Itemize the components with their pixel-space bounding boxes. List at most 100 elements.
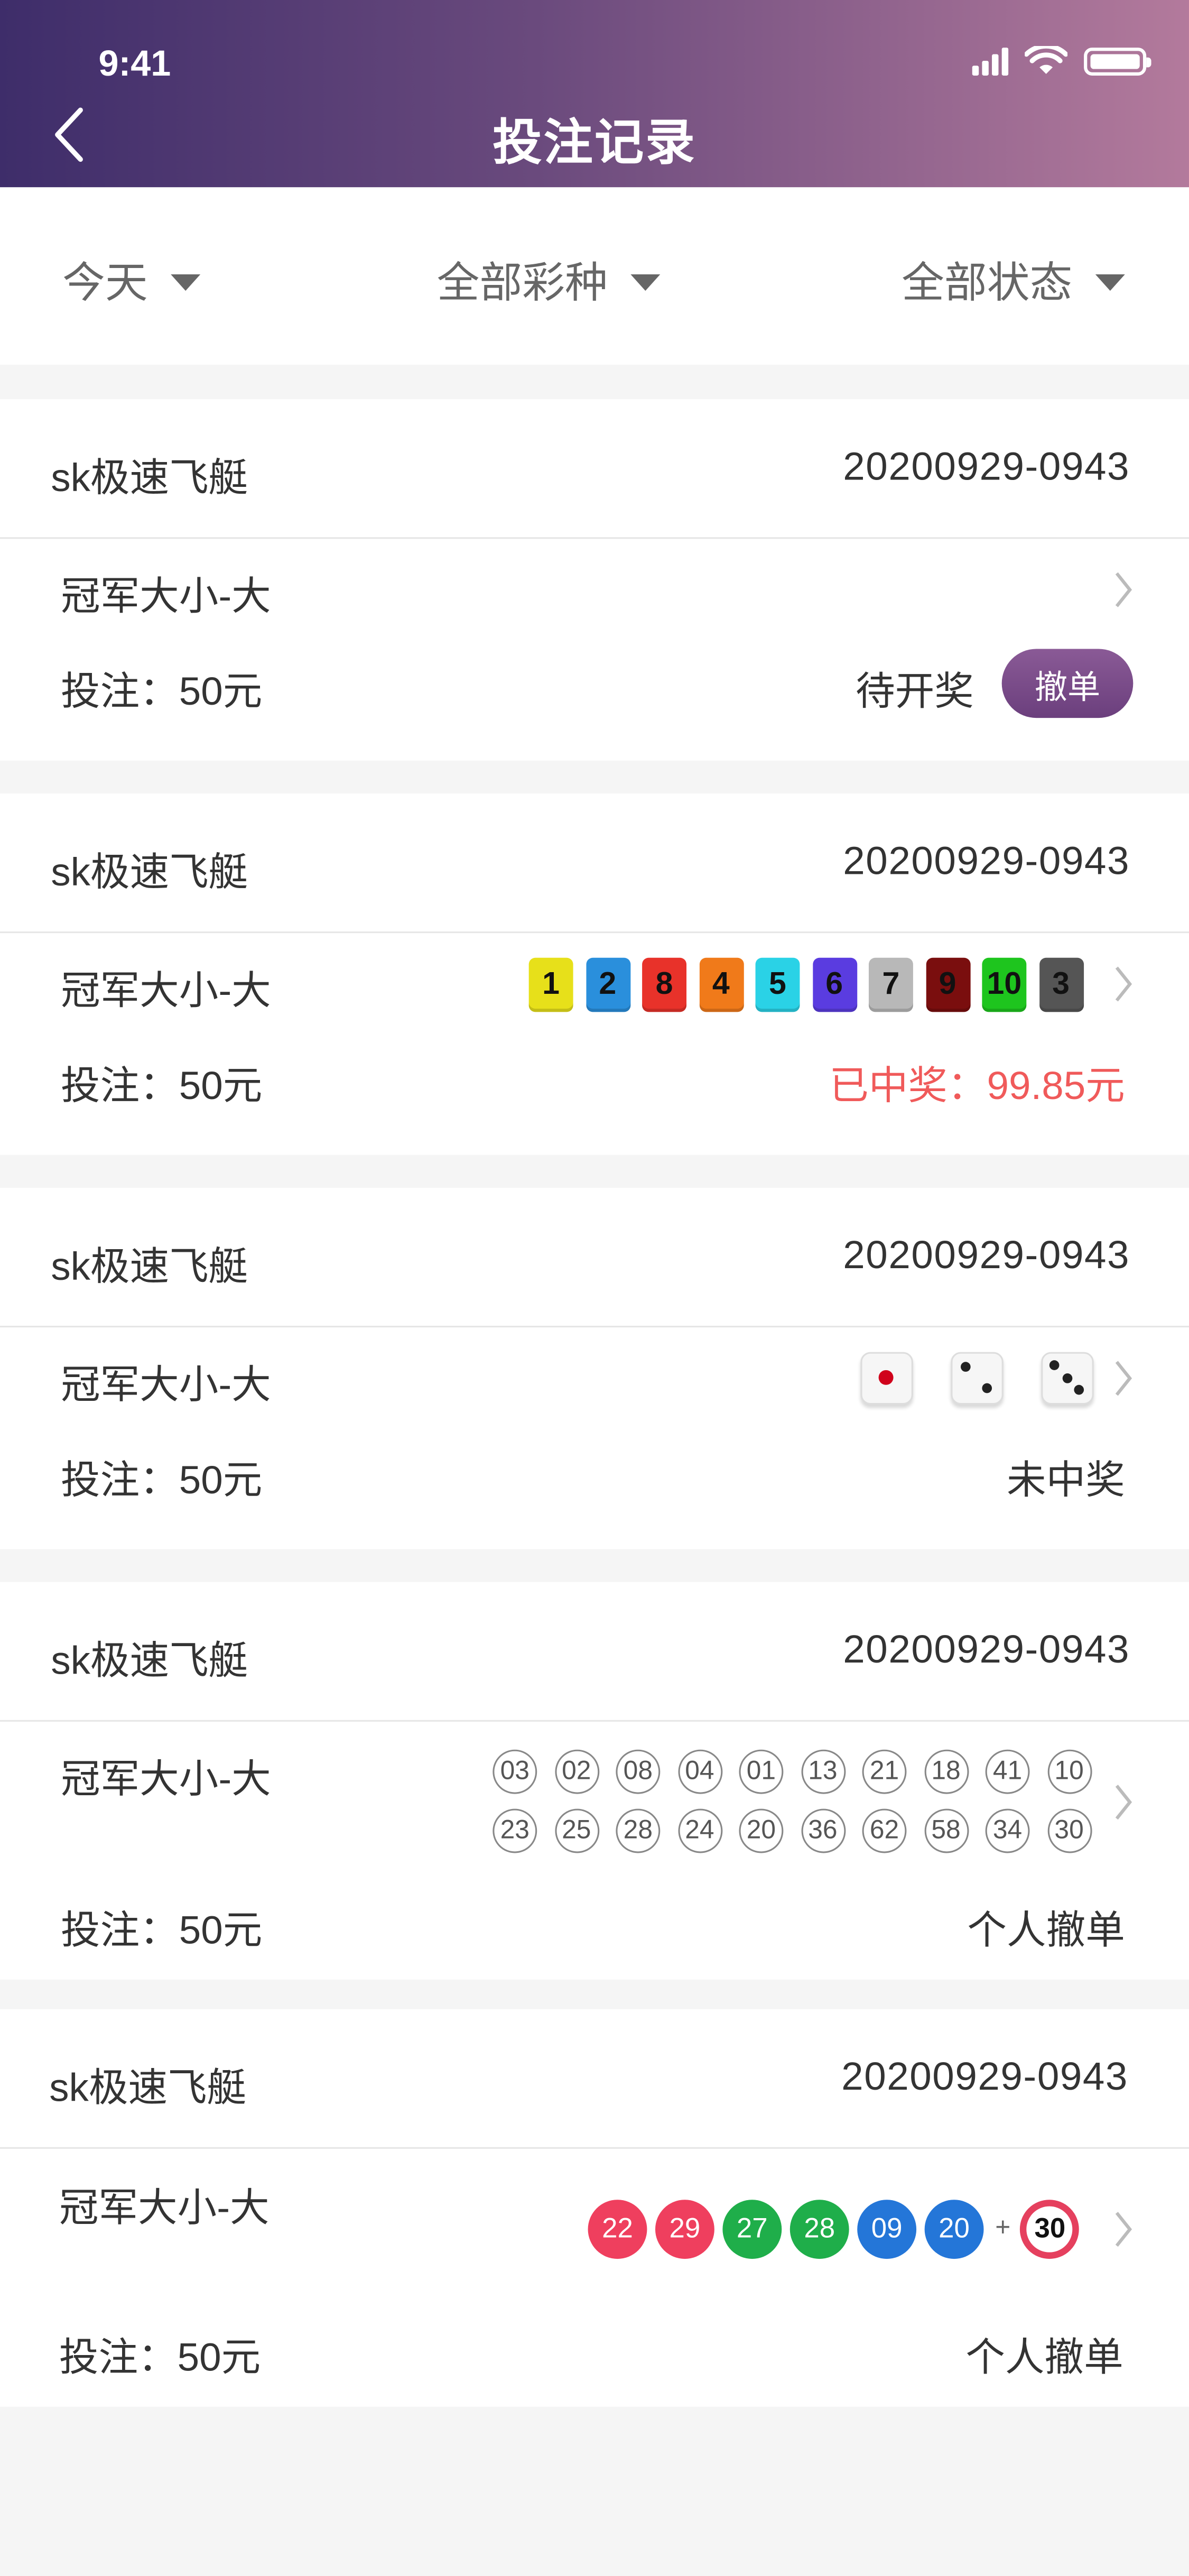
number-ball: 03	[493, 1749, 537, 1794]
die-face-three	[1041, 1352, 1094, 1405]
number-ball: 24	[677, 1808, 722, 1853]
number-ball: 04	[677, 1749, 722, 1794]
filter-status-label: 全部状态	[902, 257, 1073, 308]
number-ball: 21	[862, 1749, 907, 1794]
card-header: sk极速飞艇 20200929-0943	[0, 1582, 1189, 1722]
issue-number: 20200929-0943	[843, 839, 1130, 884]
card-header: sk极速飞艇 20200929-0943	[0, 399, 1189, 539]
number-ball: 58	[924, 1808, 968, 1853]
bet-record-card[interactable]: sk极速飞艇 20200929-0943 冠军大小-大 投注：50元 待开奖 撤…	[0, 399, 1189, 761]
bet-record-card[interactable]: sk极速飞艇 20200929-0943 冠军大小-大 03 02 08 04 01 13…	[0, 1582, 1189, 1980]
filter-date[interactable]: 今天	[62, 250, 201, 310]
chevron-right-icon	[1115, 966, 1132, 1002]
cancel-bet-button[interactable]: 撤单	[1001, 649, 1134, 718]
die-face-two	[951, 1352, 1004, 1405]
status-time: 9:41	[98, 42, 171, 84]
lottery-name: sk极速飞艇	[51, 1639, 248, 1684]
chevron-right-icon	[1115, 572, 1132, 607]
status-icons	[972, 46, 1151, 76]
bet-status: 个人撤单	[967, 1909, 1125, 1954]
lottery-name: sk极速飞艇	[51, 1245, 248, 1290]
filter-date-label: 今天	[62, 257, 148, 308]
card-header: sk极速飞艇 20200929-0943	[0, 2009, 1189, 2149]
lottery-name: sk极速飞艇	[49, 2066, 247, 2111]
play-name: 冠军大小-大	[60, 1363, 271, 1408]
number-ball: 41	[985, 1749, 1030, 1794]
signal-icon	[972, 46, 1009, 76]
dice-result	[860, 1352, 1094, 1405]
result-square: 10	[982, 957, 1027, 1012]
plus-sign: +	[995, 2214, 1011, 2243]
filter-lottery-type-label: 全部彩种	[436, 257, 608, 308]
result-square: 1	[528, 957, 573, 1012]
number-ball: 27	[722, 2200, 782, 2259]
result-square: 3	[1038, 957, 1083, 1012]
play-name: 冠军大小-大	[59, 2186, 270, 2231]
wifi-icon	[1025, 46, 1068, 74]
result-balls: 22 29 27 28 09 20 +30	[588, 2200, 1088, 2259]
bet-status: 未中奖	[1007, 1458, 1125, 1503]
number-ball: 02	[554, 1749, 599, 1794]
number-ball: 28	[789, 2200, 849, 2259]
caret-down-icon	[630, 273, 661, 290]
play-name: 冠军大小-大	[60, 575, 271, 620]
numbers-row-1: 03 02 08 04 01 13 21 18 41 10	[493, 1749, 1092, 1794]
die-face-one	[860, 1352, 913, 1405]
numbers-row-2: 23 25 28 24 20 36 62 58 34 30	[493, 1808, 1092, 1853]
bet-status: 已中奖：99.85元	[829, 1064, 1125, 1109]
bet-record-card[interactable]: sk极速飞艇 20200929-0943 冠军大小-大 1 2 8 4 5 6 7 9 10 3 …	[0, 793, 1189, 1155]
issue-number: 20200929-0943	[841, 2055, 1128, 2100]
number-ball: 22	[588, 2200, 647, 2259]
stake-amount: 投注：50元	[60, 1909, 263, 1954]
issue-number: 20200929-0943	[843, 1233, 1130, 1278]
caret-down-icon	[171, 273, 201, 290]
result-square: 7	[868, 957, 913, 1012]
bet-status: 个人撤单	[965, 2336, 1123, 2381]
bet-record-card[interactable]: sk极速飞艇 20200929-0943 冠军大小-大 投注：50元 未中奖	[0, 1187, 1189, 1549]
page-title: 投注记录	[493, 116, 696, 171]
number-ball: 20	[924, 2200, 984, 2259]
play-name: 冠军大小-大	[60, 1758, 271, 1803]
stake-amount: 投注：50元	[59, 2336, 261, 2381]
stake-amount: 投注：50元	[60, 1064, 263, 1109]
number-ball: 09	[857, 2200, 917, 2259]
result-squares: 1 2 8 4 5 6 7 9 10 3	[528, 957, 1083, 1012]
number-ball: 29	[655, 2200, 714, 2259]
card-header: sk极速飞艇 20200929-0943	[0, 1188, 1189, 1328]
result-square: 2	[585, 957, 630, 1012]
result-square: 8	[642, 957, 687, 1012]
number-ball: 34	[985, 1808, 1030, 1853]
caret-down-icon	[1095, 273, 1125, 290]
play-name: 冠军大小-大	[60, 969, 271, 1014]
number-ball: 30	[1047, 1808, 1092, 1853]
number-ball: 36	[801, 1808, 845, 1853]
lottery-name: sk极速飞艇	[51, 456, 248, 501]
lottery-name: sk极速飞艇	[51, 851, 248, 895]
bet-status: 待开奖	[856, 670, 974, 715]
battery-icon	[1084, 47, 1151, 75]
issue-number: 20200929-0943	[843, 1628, 1130, 1673]
filter-lottery-type[interactable]: 全部彩种	[437, 250, 661, 310]
result-square: 6	[812, 957, 857, 1012]
stake-amount: 投注：50元	[60, 670, 263, 715]
number-ball: 62	[862, 1808, 907, 1853]
issue-number: 20200929-0943	[843, 445, 1130, 490]
app-screen: 9:41 投注记录 今天 全部彩种 全部状态 sk极速飞艇 20200929-0…	[0, 0, 1189, 2576]
number-ball: 20	[739, 1808, 784, 1853]
chevron-right-icon	[1115, 2212, 1132, 2247]
special-ball: 30	[1020, 2200, 1080, 2259]
number-ball: 18	[924, 1749, 968, 1794]
stake-amount: 投注：50元	[60, 1458, 263, 1503]
number-ball: 28	[616, 1808, 661, 1853]
filter-bar: 今天 全部彩种 全部状态	[0, 187, 1189, 365]
bet-record-card[interactable]: sk极速飞艇 20200929-0943 冠军大小-大 22 29 27 28 09 20…	[0, 2009, 1189, 2407]
number-ball: 23	[493, 1808, 537, 1853]
result-square: 9	[925, 957, 970, 1012]
result-square: 4	[699, 957, 744, 1012]
number-ball: 08	[616, 1749, 661, 1794]
card-header: sk极速飞艇 20200929-0943	[0, 793, 1189, 934]
number-ball: 10	[1047, 1749, 1092, 1794]
result-square: 5	[755, 957, 800, 1012]
chevron-right-icon	[1115, 1785, 1132, 1820]
filter-status[interactable]: 全部状态	[902, 250, 1125, 310]
